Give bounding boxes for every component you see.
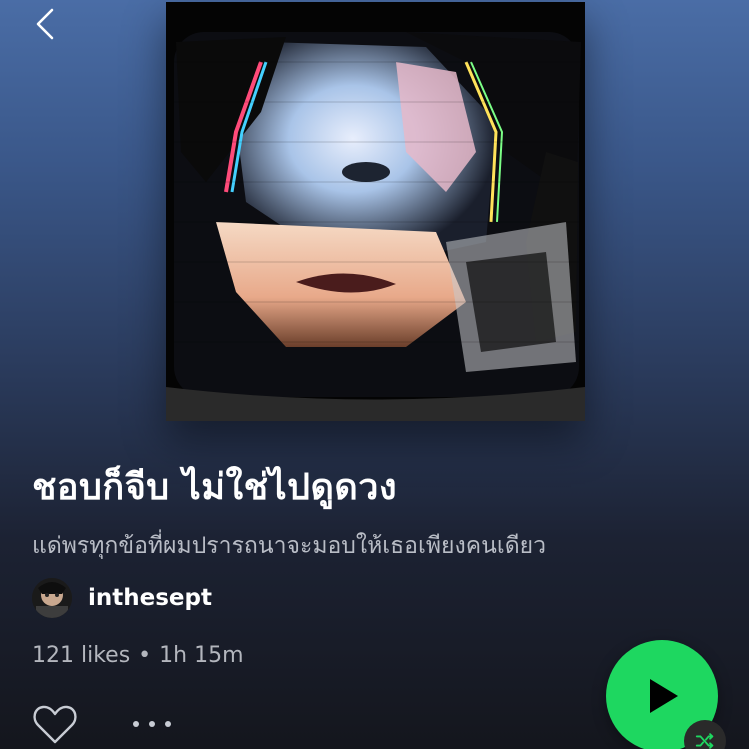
like-button[interactable] xyxy=(32,702,78,746)
heart-outline-icon xyxy=(33,705,77,744)
shuffle-button[interactable] xyxy=(684,720,726,749)
back-button[interactable] xyxy=(28,4,64,44)
playlist-description: แด่พรทุกข้อที่ผมปรารถนาจะมอบให้เธอเพียงค… xyxy=(32,533,547,559)
avatar[interactable] xyxy=(32,578,72,618)
meta-separator: • xyxy=(138,643,152,668)
owner-row[interactable]: inthesept xyxy=(32,577,212,619)
playlist-meta: 121 likes • 1h 15m xyxy=(32,643,244,668)
more-options-button[interactable] xyxy=(130,708,174,740)
playlist-cover-image xyxy=(166,2,585,421)
more-horizontal-icon xyxy=(133,721,171,727)
shuffle-icon xyxy=(695,733,714,749)
likes-count: 121 likes xyxy=(32,643,131,668)
play-icon xyxy=(650,679,678,713)
playlist-title: ชอบก็จีบ ไม่ใช่ไปดูดวง xyxy=(32,467,398,508)
playlist-duration: 1h 15m xyxy=(159,643,244,668)
owner-name[interactable]: inthesept xyxy=(88,585,212,611)
chevron-left-icon xyxy=(36,8,54,40)
